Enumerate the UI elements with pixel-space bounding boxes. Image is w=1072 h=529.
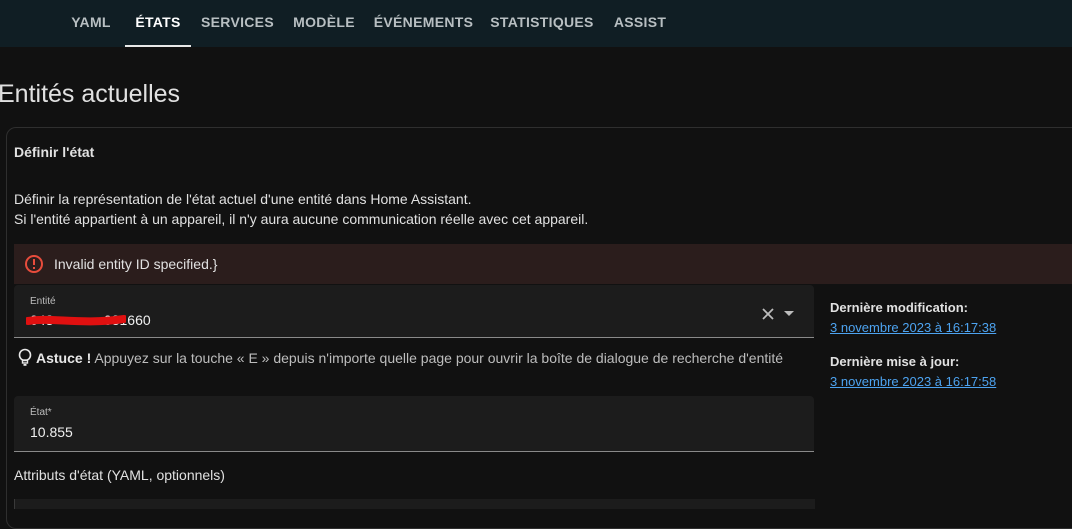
tab-services[interactable]: SERVICES [200,0,275,47]
state-field-label: État* [30,407,52,418]
tab-events[interactable]: ÉVÉNEMENTS [373,0,474,47]
chevron-down-icon[interactable] [784,311,794,316]
tab-statistics[interactable]: STATISTIQUES [490,0,594,47]
tab-yaml[interactable]: YAML [62,0,120,47]
tip-title: Astuce ! [36,350,92,366]
card-header: Définir l'état [14,144,95,160]
card-description-line2: Si l'entité appartient à un appareil, il… [14,211,589,227]
attributes-label: Attributs d'état (YAML, optionnels) [14,467,225,483]
entity-picker[interactable]: Entité 043 031660 [14,285,814,338]
card-description-line1: Définir la représentation de l'état actu… [14,191,472,207]
tab-template[interactable]: MODÈLE [290,0,358,47]
last-updated-link[interactable]: 3 novembre 2023 à 16:17:58 [830,374,996,389]
state-field-value[interactable]: 10.855 [30,424,73,440]
top-tab-bar: YAML ÉTATS SERVICES MODÈLE ÉVÉNEMENTS ST… [0,0,1072,47]
last-updated-label: Dernière mise à jour: [830,354,960,369]
page-title: Entités actuelles [0,80,181,108]
state-input[interactable]: État* 10.855 [14,396,814,452]
tab-states[interactable]: ÉTATS [125,0,191,47]
error-alert: Invalid entity ID specified.} [14,244,1072,284]
yaml-editor[interactable] [14,499,815,509]
alert-message: Invalid entity ID specified.} [54,256,218,272]
lightbulb-icon [18,348,32,366]
redaction-scribble [26,315,126,326]
tip-text: Appuyez sur la touche « E » depuis n'imp… [94,350,784,366]
alert-circle-icon [25,255,43,273]
clear-icon[interactable] [761,307,775,321]
last-changed-label: Dernière modification: [830,300,968,315]
entity-field-label: Entité [30,296,56,307]
entity-search-tip: Astuce ! Appuyez sur la touche « E » dep… [18,348,783,368]
last-changed-link[interactable]: 3 novembre 2023 à 16:17:38 [830,320,996,335]
tab-assist[interactable]: ASSIST [610,0,670,47]
